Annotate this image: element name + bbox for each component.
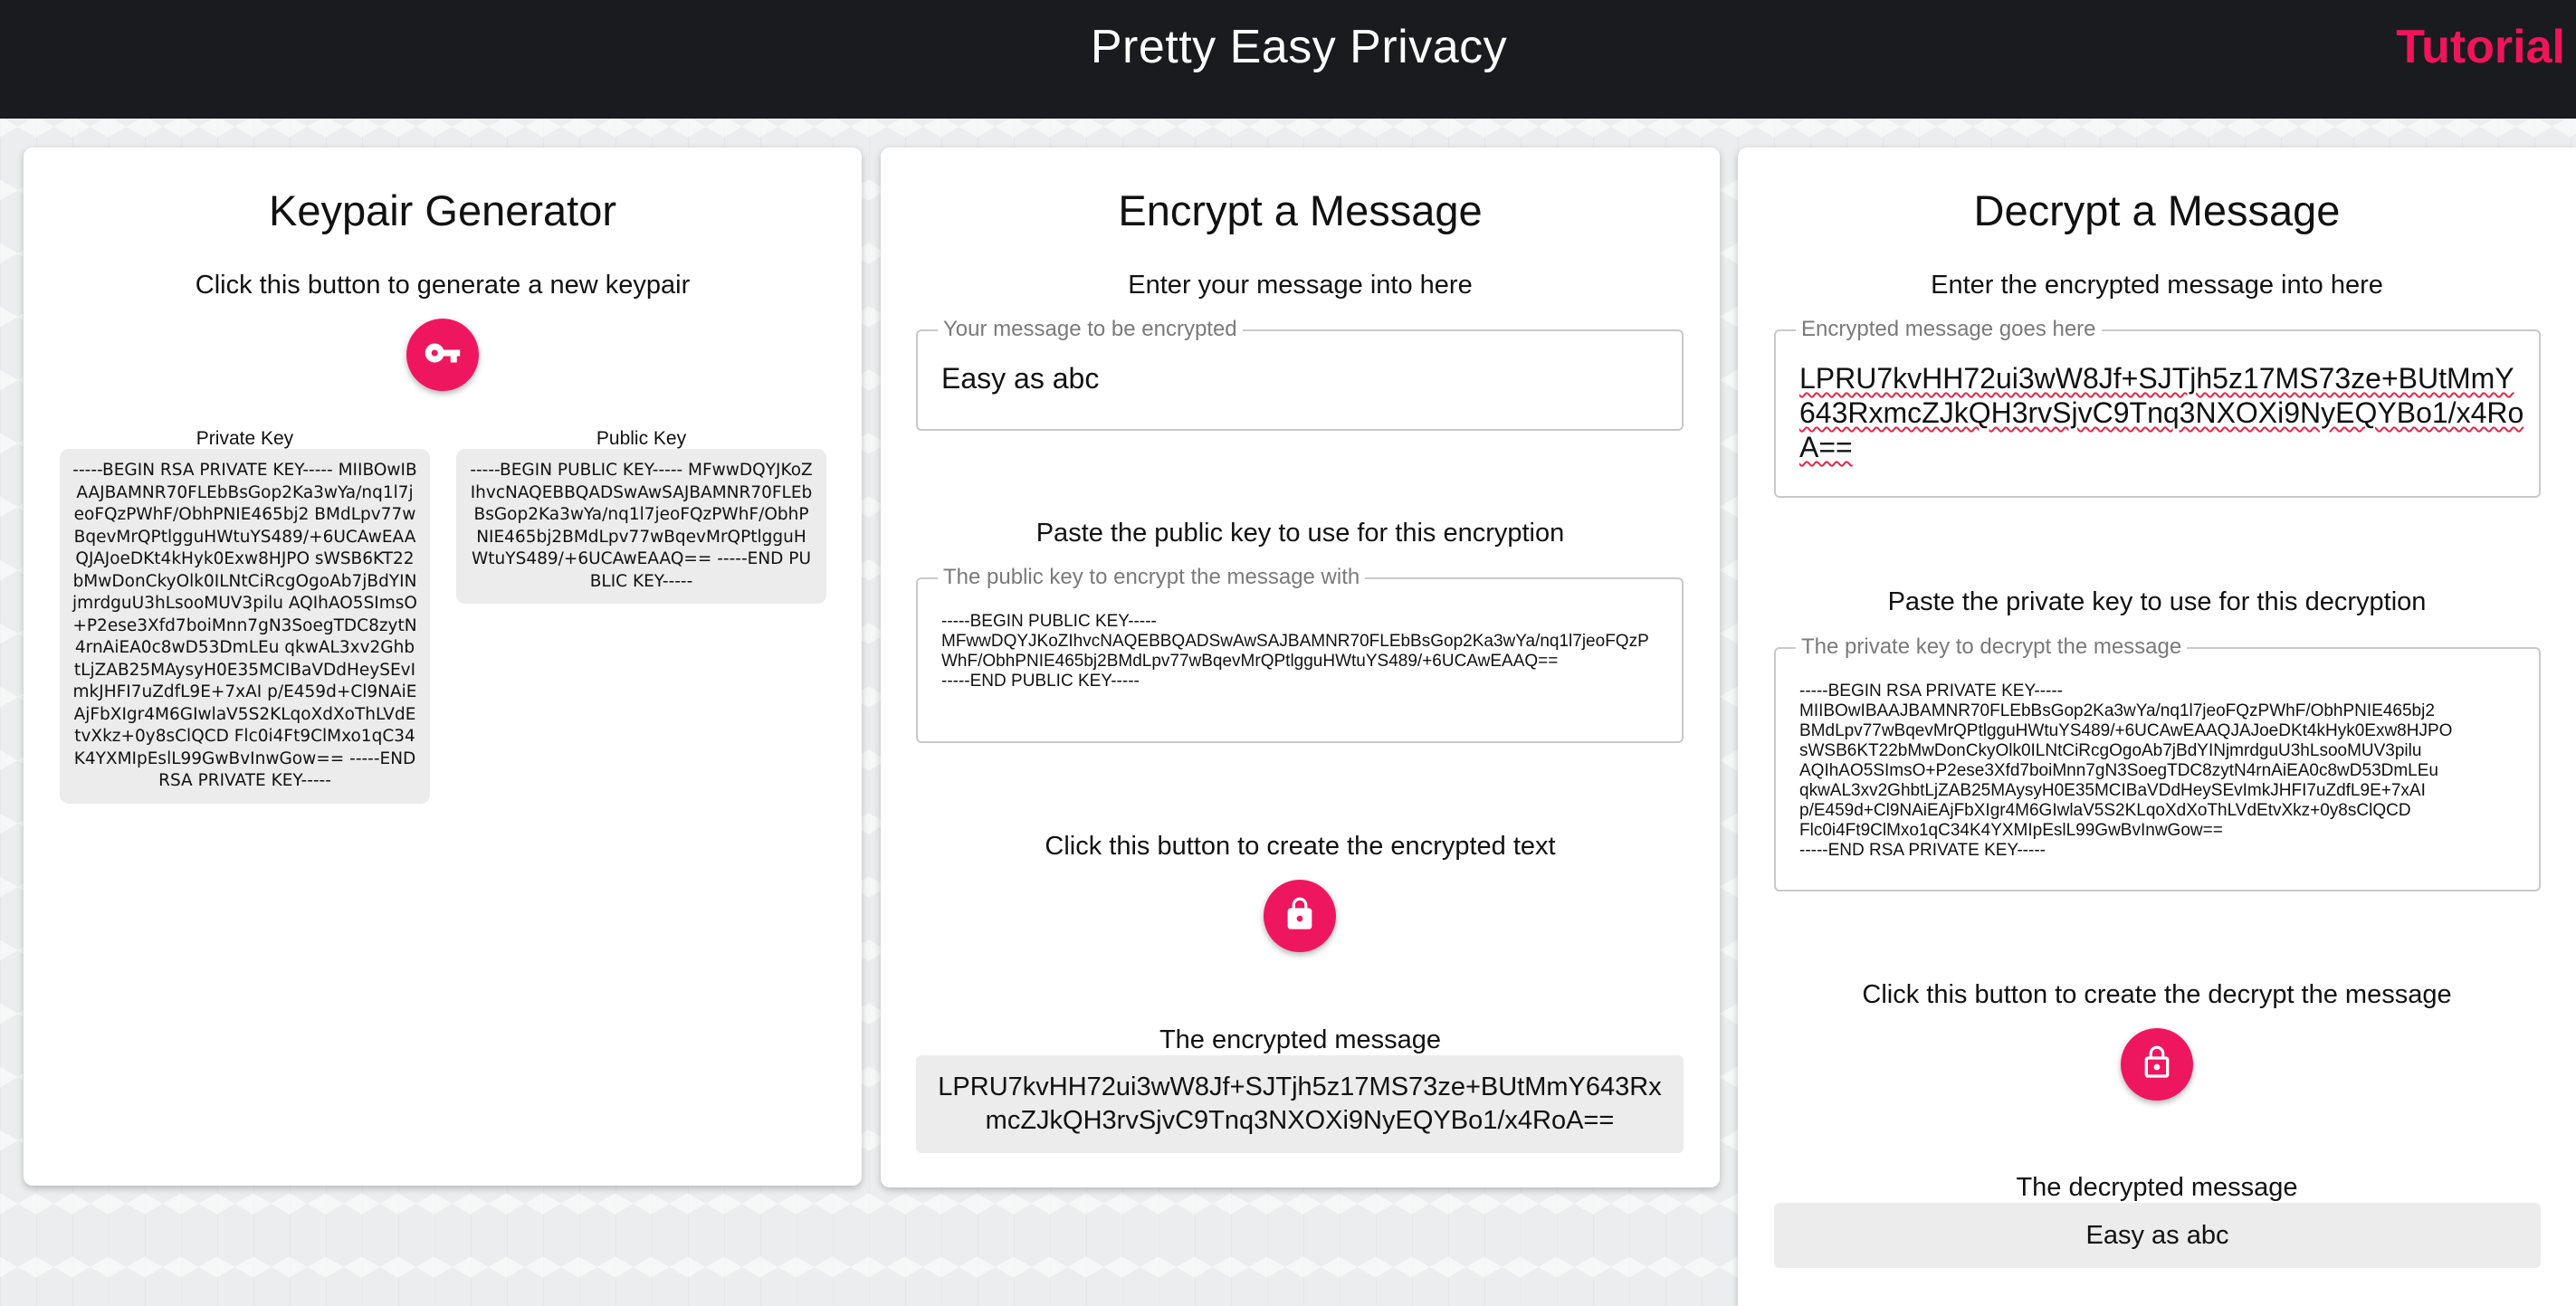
public-key-input-label: The public key to encrypt the message wi… bbox=[938, 565, 1366, 590]
message-to-encrypt-value: Easy as abc bbox=[941, 362, 1100, 395]
decrypt-title: Decrypt a Message bbox=[1973, 186, 2341, 234]
public-key-input[interactable]: The public key to encrypt the message wi… bbox=[916, 565, 1684, 743]
encrypted-message-label: Encrypted message goes here bbox=[1796, 317, 2102, 342]
app-title: Pretty Easy Privacy bbox=[1090, 21, 1508, 73]
encrypt-button-instruction: Click this button to create the encrypte… bbox=[1045, 832, 1556, 861]
encrypt-message-instruction: Enter your message into here bbox=[1128, 271, 1473, 300]
keypair-instruction: Click this button to generate a new keyp… bbox=[195, 271, 691, 300]
message-to-encrypt-label: Your message to be encrypted bbox=[938, 317, 1243, 342]
decrypted-result-label: The decrypted message bbox=[2016, 1173, 2298, 1202]
decrypt-button-instruction: Click this button to create the decrypt … bbox=[1862, 980, 2452, 1009]
decrypt-button[interactable] bbox=[2121, 1028, 2193, 1101]
private-key-caption: Private Key bbox=[196, 428, 294, 449]
public-key-caption: Public Key bbox=[596, 428, 687, 449]
keypair-generator-card: Keypair Generator Click this button to g… bbox=[24, 148, 862, 1186]
encrypted-message-value: LPRU7kvHH72ui3wW8Jf+SJTjh5z17MS73ze+BUtM… bbox=[1799, 362, 2524, 463]
encrypt-pubkey-instruction: Paste the public key to use for this enc… bbox=[1035, 519, 1565, 548]
public-key-input-value: -----BEGIN PUBLIC KEY----- MFwwDQYJKoZIh… bbox=[941, 612, 1649, 691]
keypair-title: Keypair Generator bbox=[268, 186, 617, 234]
private-key-output[interactable]: -----BEGIN RSA PRIVATE KEY----- MIIBOwIB… bbox=[60, 449, 430, 804]
public-key-output[interactable]: -----BEGIN PUBLIC KEY----- MFwwDQYJKoZIh… bbox=[456, 449, 826, 604]
encrypt-card: Encrypt a Message Enter your message int… bbox=[881, 148, 1720, 1187]
decrypt-message-instruction: Enter the encrypted message into here bbox=[1931, 271, 2383, 300]
encrypt-button[interactable] bbox=[1264, 880, 1336, 952]
private-key-input-label: The private key to decrypt the message bbox=[1796, 634, 2188, 660]
lock-icon bbox=[1282, 896, 1318, 937]
encrypted-result-output[interactable]: LPRU7kvHH72ui3wW8Jf+SJTjh5z17MS73ze+BUtM… bbox=[916, 1055, 1684, 1153]
generate-keypair-button[interactable] bbox=[406, 319, 479, 391]
key-icon bbox=[424, 334, 462, 377]
top-bar: Pretty Easy Privacy Tutorial bbox=[0, 0, 2576, 119]
message-to-encrypt-field[interactable]: Your message to be encrypted Easy as abc bbox=[916, 317, 1684, 431]
decrypted-result-output[interactable]: Easy as abc bbox=[1774, 1203, 2541, 1268]
private-key-input[interactable]: The private key to decrypt the message -… bbox=[1774, 634, 2541, 891]
encrypt-title: Encrypt a Message bbox=[1118, 186, 1483, 234]
private-key-input-value: -----BEGIN RSA PRIVATE KEY----- MIIBOwIB… bbox=[1799, 682, 2453, 860]
encrypted-result-label: The encrypted message bbox=[1159, 1025, 1442, 1054]
decrypt-privkey-instruction: Paste the private key to use for this de… bbox=[1887, 587, 2427, 616]
encrypted-message-field[interactable]: Encrypted message goes here LPRU7kvHH72u… bbox=[1774, 317, 2541, 498]
unlock-icon bbox=[2139, 1044, 2175, 1085]
tutorial-link[interactable]: Tutorial bbox=[2396, 20, 2565, 74]
decrypt-card: Decrypt a Message Enter the encrypted me… bbox=[1738, 148, 2576, 1306]
